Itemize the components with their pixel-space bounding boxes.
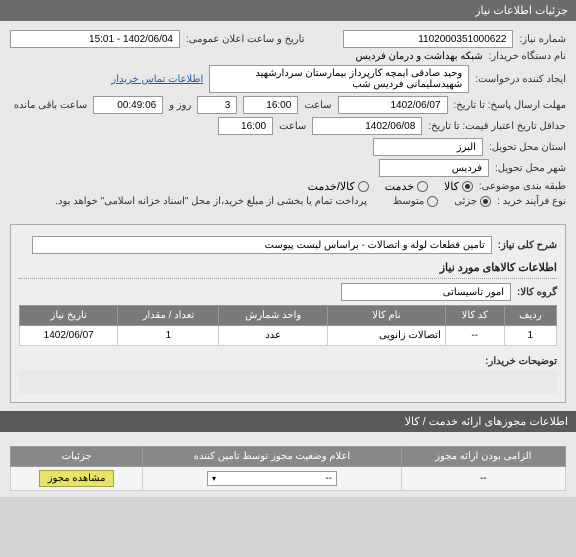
mincredit-label: حداقل تاریخ اعتبار قیمت: تا تاریخ: — [428, 121, 566, 132]
perm-col-status: اعلام وضعیت مجوز توسط تامین کننده — [143, 447, 401, 467]
contact-link[interactable]: اطلاعات تماس خریدار — [111, 74, 203, 85]
col-row: ردیف — [504, 306, 556, 326]
deadline-hour: 16:00 — [243, 96, 298, 114]
deadline-remain-label: ساعت باقی مانده — [14, 100, 87, 111]
buyer-notes-area — [19, 370, 557, 394]
cell-unit: عدد — [219, 326, 327, 346]
table-row: 1 -- اتصالات زانویی عدد 1 1402/06/07 — [20, 326, 557, 346]
perm-table: الزامی بودن ارائه مجوز اعلام وضعیت مجوز … — [10, 446, 566, 491]
req-no-label: شماره نیاز: — [519, 34, 566, 45]
goods-table: ردیف کد کالا نام کالا واحد شمارش تعداد /… — [19, 305, 557, 346]
perm-header: اطلاعات مجوزهای ارائه خدمت / کالا — [0, 411, 576, 432]
deadline-date: 1402/06/07 — [338, 96, 448, 114]
perm-row: -- -- مشاهده مجوز — [11, 467, 566, 491]
view-permit-button[interactable]: مشاهده مجوز — [39, 470, 115, 487]
mincredit-hour-label: ساعت — [279, 121, 306, 132]
radio-goods-label: کالا — [444, 180, 459, 193]
radio-medium-label: متوسط — [393, 196, 424, 207]
province-label: استان محل تحویل: — [489, 142, 566, 153]
cell-date: 1402/06/07 — [20, 326, 118, 346]
cell-qty: 1 — [118, 326, 219, 346]
province-value: البرز — [373, 138, 483, 156]
buyer-org-label: نام دستگاه خریدار: — [489, 51, 566, 62]
radio-both-label: کالا/خدمت — [308, 180, 355, 193]
radio-icon — [480, 196, 491, 207]
col-qty: تعداد / مقدار — [118, 306, 219, 326]
col-name: نام کالا — [327, 306, 445, 326]
radio-icon — [427, 196, 438, 207]
radio-partial[interactable]: جزئی — [454, 196, 491, 207]
buyer-notes-label: توضیحات خریدار: — [485, 356, 557, 367]
perm-status-cell: -- — [143, 467, 401, 491]
cell-code: -- — [445, 326, 504, 346]
radio-goods[interactable]: کالا — [444, 180, 473, 193]
perm-details-cell: مشاهده مجوز — [11, 467, 143, 491]
perm-col-details: جزئیات — [11, 447, 143, 467]
cell-row: 1 — [504, 326, 556, 346]
city-label: شهر محل تحویل: — [495, 163, 566, 174]
col-unit: واحد شمارش — [219, 306, 327, 326]
col-date: تاریخ نیاز — [20, 306, 118, 326]
col-code: کد کالا — [445, 306, 504, 326]
goods-group-value: امور تاسیساتی — [341, 283, 511, 301]
goods-header: اطلاعات کالاهای مورد نیاز — [19, 257, 557, 279]
deadline-remain: 00:49:06 — [93, 96, 163, 114]
radio-both[interactable]: کالا/خدمت — [308, 180, 369, 193]
buytype-label: نوع فرآیند خرید : — [497, 196, 566, 207]
title-bar: جزئیات اطلاعات نیاز — [0, 0, 576, 21]
radio-service[interactable]: خدمت — [385, 180, 428, 193]
deadline-label: مهلت ارسال پاسخ: تا تاریخ: — [454, 100, 566, 111]
perm-col-required: الزامی بودن ارائه مجوز — [401, 447, 565, 467]
deadline-days: 3 — [197, 96, 237, 114]
radio-icon — [358, 181, 369, 192]
city-value: فردیس — [379, 159, 489, 177]
cell-name: اتصالات زانویی — [327, 326, 445, 346]
radio-icon — [417, 181, 428, 192]
ann-date-value: 1402/06/04 - 15:01 — [10, 30, 180, 48]
ann-date-label: تاریخ و ساعت اعلان عمومی: — [186, 34, 305, 45]
desc-value: تامین قطعات لوله و اتصالات - براساس لیست… — [32, 236, 492, 254]
requester-label: ایجاد کننده درخواست: — [475, 74, 566, 85]
mincredit-hour: 16:00 — [218, 117, 273, 135]
radio-icon — [462, 181, 473, 192]
subjclass-label: طبقه بندی موضوعی: — [479, 181, 566, 192]
radio-service-label: خدمت — [385, 180, 414, 193]
requester-value: وحید صادقی ایمچه کارپرداز بیمارستان سردا… — [209, 65, 469, 93]
mincredit-date: 1402/06/08 — [312, 117, 422, 135]
desc-label: شرح کلی نیاز: — [498, 240, 557, 251]
goods-group-label: گروه کالا: — [517, 287, 557, 298]
buyer-org-value: شبکه بهداشت و درمان فردیس — [355, 51, 482, 62]
perm-required: -- — [401, 467, 565, 491]
radio-medium[interactable]: متوسط — [393, 196, 438, 207]
req-no-value: 1102000351000622 — [343, 30, 513, 48]
deadline-hour-label: ساعت — [304, 100, 331, 111]
deadline-days-label: روز و — [169, 100, 191, 111]
buytype-note: پرداخت تمام یا بخشی از مبلغ خرید،از محل … — [55, 196, 367, 207]
radio-partial-label: جزئی — [454, 196, 477, 207]
perm-status-select[interactable]: -- — [207, 471, 337, 486]
